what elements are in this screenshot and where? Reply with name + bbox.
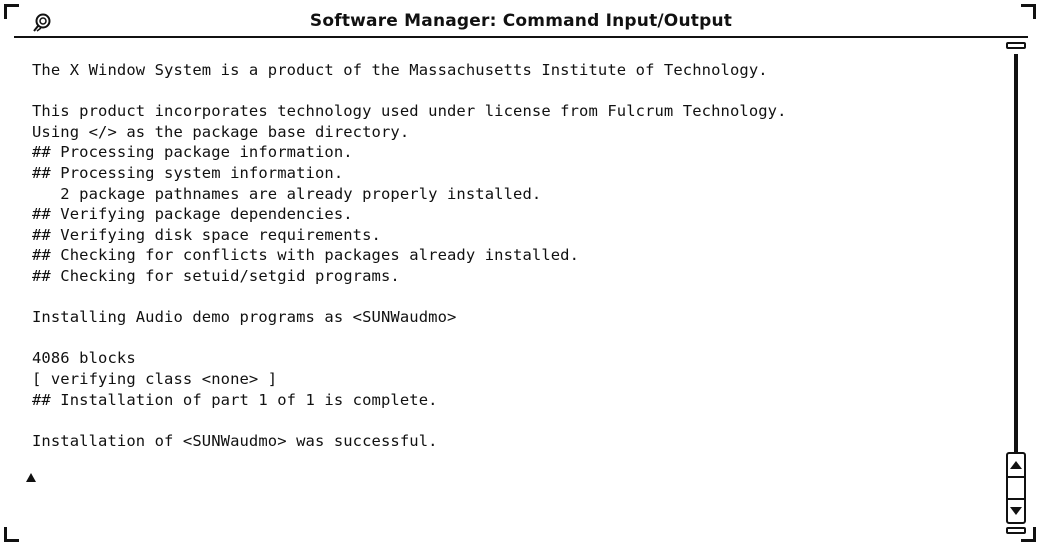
scrollbar-trough[interactable] (1014, 54, 1018, 454)
output-line: The X Window System is a product of the … (32, 61, 768, 79)
output-line: ## Processing system information. (32, 163, 344, 182)
command-io-window: Software Manager: Command Input/Output T… (0, 0, 1038, 546)
input-caret-icon (26, 473, 36, 482)
output-line: Installing Audio demo programs as <SUNWa… (32, 308, 457, 327)
scroll-up-arrow-icon[interactable] (1010, 461, 1022, 469)
output-line: Using </> as the package base directory. (32, 122, 410, 141)
elevator-divider-bottom (1008, 498, 1024, 500)
output-line: ## Processing package information. (32, 143, 353, 162)
output-line: ## Installation of part 1 of 1 is comple… (32, 390, 438, 409)
window-title: Software Manager: Command Input/Output (309, 11, 733, 31)
output-line: Installation of <SUNWaudmo> was successf… (32, 431, 438, 450)
output-line: [ verifying class <none> ] (32, 369, 278, 388)
output-line: This product incorporates technology use… (32, 102, 787, 121)
output-line: ## Verifying disk space requirements. (32, 225, 381, 244)
scroll-down-arrow-icon[interactable] (1010, 507, 1022, 515)
scrollbar-bottom-anchor[interactable] (1006, 527, 1026, 534)
title-bar[interactable]: Software Manager: Command Input/Output (14, 8, 1028, 38)
command-output-text: The X Window System is a product of the … (32, 60, 787, 451)
command-output-pane[interactable]: The X Window System is a product of the … (16, 38, 998, 536)
output-line: 2 package pathnames are already properly… (32, 184, 542, 203)
elevator-divider-top (1008, 476, 1024, 478)
scrollbar-elevator[interactable] (1006, 452, 1026, 524)
output-line: ## Checking for setuid/setgid programs. (32, 266, 400, 285)
scrollbar-top-anchor[interactable] (1006, 42, 1026, 49)
output-line: ## Checking for conflicts with packages … (32, 246, 580, 265)
vertical-scrollbar[interactable] (1006, 42, 1026, 534)
output-line: 4086 blocks (32, 349, 136, 368)
output-line: ## Verifying package dependencies. (32, 205, 353, 224)
